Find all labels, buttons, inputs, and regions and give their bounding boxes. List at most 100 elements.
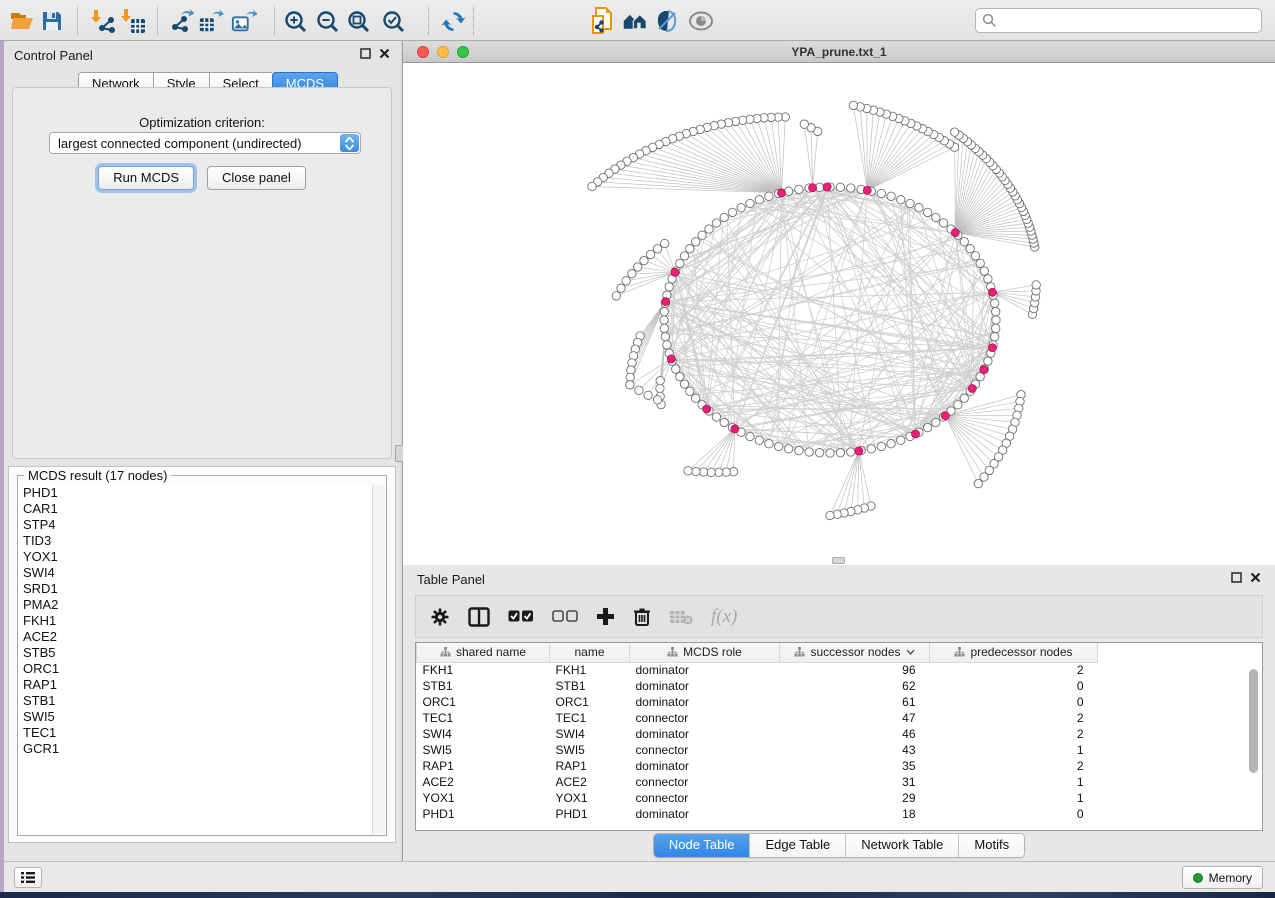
show-all-nodes-icon[interactable] — [622, 8, 648, 34]
search-input[interactable] — [1001, 12, 1261, 30]
cell-MCDS-role[interactable]: connector — [630, 742, 780, 758]
tab-network-table[interactable]: Network Table — [845, 834, 958, 857]
import-table-icon[interactable] — [120, 8, 146, 34]
cell-name[interactable]: YOX1 — [550, 790, 630, 806]
new-network-from-selection-icon[interactable] — [590, 8, 616, 34]
cell-shared-name[interactable]: STB1 — [417, 678, 550, 694]
mcds-result-item[interactable]: RAP1 — [19, 677, 372, 693]
table-row[interactable]: YOX1YOX1connector291 — [417, 790, 1110, 806]
cell-predecessor-nodes[interactable]: 1 — [930, 790, 1098, 806]
search-box[interactable] — [975, 8, 1262, 33]
table-row[interactable]: STB1STB1dominator620 — [417, 678, 1110, 694]
cell-name[interactable]: PHD1 — [550, 806, 630, 822]
zoom-fit-icon[interactable] — [345, 8, 371, 34]
cell-shared-name[interactable]: TEC1 — [417, 710, 550, 726]
mcds-result-item[interactable]: GCR1 — [19, 741, 372, 757]
export-image-icon[interactable] — [231, 8, 257, 34]
cell-MCDS-role[interactable]: dominator — [630, 694, 780, 710]
table-scrollbar-thumb[interactable] — [1249, 669, 1258, 773]
zoom-selected-icon[interactable] — [380, 8, 406, 34]
mcds-result-item[interactable]: PMA2 — [19, 597, 372, 613]
add-column-icon[interactable] — [596, 607, 615, 626]
zoom-in-icon[interactable] — [282, 8, 308, 34]
cell-successor-nodes[interactable]: 18 — [780, 806, 930, 822]
close-panel-icon[interactable] — [1250, 572, 1261, 583]
table-scrollbar[interactable] — [1248, 665, 1260, 828]
table-row[interactable]: ACE2ACE2connector311 — [417, 774, 1110, 790]
cell-shared-name[interactable]: ACE2 — [417, 774, 550, 790]
cell-successor-nodes[interactable]: 61 — [780, 694, 930, 710]
cell-predecessor-nodes[interactable]: 1 — [930, 742, 1098, 758]
cell-name[interactable]: TEC1 — [550, 710, 630, 726]
cell-successor-nodes[interactable]: 43 — [780, 742, 930, 758]
cell-name[interactable]: SWI5 — [550, 742, 630, 758]
cell-MCDS-role[interactable]: dominator — [630, 662, 780, 678]
mcds-result-item[interactable]: TID3 — [19, 533, 372, 549]
cell-successor-nodes[interactable]: 29 — [780, 790, 930, 806]
close-panel-button[interactable]: Close panel — [207, 166, 306, 190]
mcds-result-item[interactable]: SWI4 — [19, 565, 372, 581]
gear-icon[interactable] — [430, 607, 450, 627]
cell-MCDS-role[interactable]: connector — [630, 710, 780, 726]
refresh-icon[interactable] — [440, 8, 466, 34]
network-window-titlebar[interactable]: YPA_prune.txt_1 — [403, 41, 1275, 63]
save-session-icon[interactable] — [39, 8, 65, 34]
column-header-successor-nodes[interactable]: successor nodes — [780, 643, 930, 662]
cell-MCDS-role[interactable]: dominator — [630, 726, 780, 742]
graph-nodes[interactable] — [588, 101, 1041, 519]
cell-predecessor-nodes[interactable]: 2 — [930, 726, 1098, 742]
cell-successor-nodes[interactable]: 96 — [780, 662, 930, 678]
mcds-result-item[interactable]: YOX1 — [19, 549, 372, 565]
show-graphics-details-icon[interactable] — [688, 8, 714, 34]
cell-name[interactable]: STB1 — [550, 678, 630, 694]
tab-motifs[interactable]: Motifs — [958, 834, 1024, 857]
cell-shared-name[interactable]: SWI5 — [417, 742, 550, 758]
mcds-result-scrollbar[interactable] — [372, 485, 385, 834]
network-table-divider-handle[interactable] — [832, 557, 845, 564]
cell-successor-nodes[interactable]: 47 — [780, 710, 930, 726]
table-row[interactable]: SWI5SWI5connector431 — [417, 742, 1110, 758]
column-layout-icon[interactable] — [468, 607, 490, 627]
close-panel-icon[interactable] — [379, 48, 390, 59]
cell-shared-name[interactable]: RAP1 — [417, 758, 550, 774]
float-panel-icon[interactable] — [1231, 572, 1242, 583]
cell-name[interactable]: ACE2 — [550, 774, 630, 790]
cell-successor-nodes[interactable]: 62 — [780, 678, 930, 694]
mcds-result-list[interactable]: PHD1CAR1STP4TID3YOX1SWI4SRD1PMA2FKH1ACE2… — [19, 485, 372, 834]
mcds-result-item[interactable]: TEC1 — [19, 725, 372, 741]
column-header-shared-name[interactable]: shared name — [417, 643, 550, 662]
cell-MCDS-role[interactable]: dominator — [630, 678, 780, 694]
delete-column-icon[interactable] — [633, 607, 651, 627]
cell-shared-name[interactable]: SWI4 — [417, 726, 550, 742]
open-file-icon[interactable] — [8, 8, 34, 34]
cell-MCDS-role[interactable]: dominator — [630, 758, 780, 774]
cell-name[interactable]: SWI4 — [550, 726, 630, 742]
table-row[interactable]: TEC1TEC1connector472 — [417, 710, 1110, 726]
table-row[interactable]: FKH1FKH1dominator962 — [417, 662, 1110, 678]
deselect-all-icon[interactable] — [552, 610, 578, 623]
zoom-out-icon[interactable] — [314, 8, 340, 34]
table-row[interactable]: SWI4SWI4dominator462 — [417, 726, 1110, 742]
export-table-icon[interactable] — [198, 8, 224, 34]
cell-successor-nodes[interactable]: 35 — [780, 758, 930, 774]
cell-shared-name[interactable]: PHD1 — [417, 806, 550, 822]
cell-shared-name[interactable]: ORC1 — [417, 694, 550, 710]
cell-MCDS-role[interactable]: connector — [630, 790, 780, 806]
cell-shared-name[interactable]: YOX1 — [417, 790, 550, 806]
cell-predecessor-nodes[interactable]: 1 — [930, 774, 1098, 790]
mcds-result-item[interactable]: STP4 — [19, 517, 372, 533]
float-panel-icon[interactable] — [360, 48, 371, 59]
table-row[interactable]: PHD1PHD1dominator180 — [417, 806, 1110, 822]
cell-predecessor-nodes[interactable]: 2 — [930, 710, 1098, 726]
cell-successor-nodes[interactable]: 46 — [780, 726, 930, 742]
mcds-result-item[interactable]: SWI5 — [19, 709, 372, 725]
import-network-icon[interactable] — [90, 8, 116, 34]
cell-name[interactable]: FKH1 — [550, 662, 630, 678]
cell-shared-name[interactable]: FKH1 — [417, 662, 550, 678]
cell-predecessor-nodes[interactable]: 0 — [930, 678, 1098, 694]
mcds-result-item[interactable]: ACE2 — [19, 629, 372, 645]
cell-predecessor-nodes[interactable]: 0 — [930, 694, 1098, 710]
table-row[interactable]: ORC1ORC1dominator610 — [417, 694, 1110, 710]
column-header-predecessor-nodes[interactable]: predecessor nodes — [930, 643, 1098, 662]
export-network-icon[interactable] — [168, 8, 194, 34]
